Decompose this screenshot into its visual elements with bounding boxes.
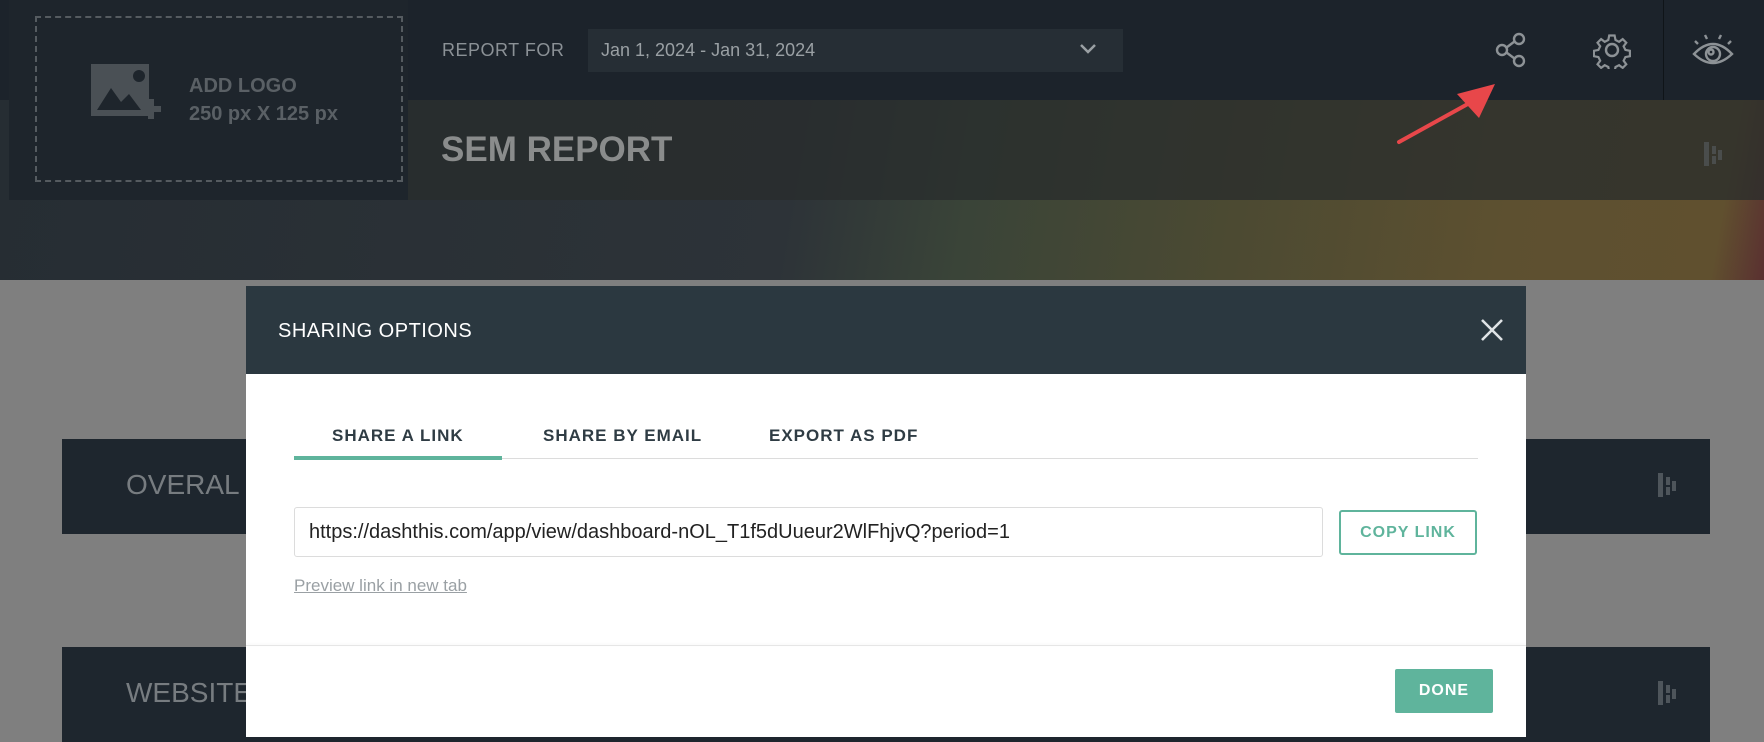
preview-link[interactable]: Preview link in new tab <box>294 576 467 596</box>
modal-footer-divider <box>246 645 1526 646</box>
add-logo-label: ADD LOGO <box>189 75 297 97</box>
report-title[interactable]: SEM REPORT <box>441 130 672 170</box>
section-title: WEBSITE <box>126 677 253 708</box>
drag-handle-icon[interactable] <box>1658 473 1678 497</box>
eye-icon[interactable] <box>1692 32 1734 68</box>
section-title: OVERAL <box>126 469 240 500</box>
done-button[interactable]: DONE <box>1395 669 1493 713</box>
gear-icon[interactable] <box>1593 31 1631 69</box>
share-icon[interactable] <box>1495 32 1529 68</box>
tab-export-as-pdf[interactable]: EXPORT AS PDF <box>769 426 918 446</box>
add-image-icon <box>91 64 161 119</box>
modal-title: SHARING OPTIONS <box>278 320 473 342</box>
share-link-input[interactable]: https://dashthis.com/app/view/dashboard-… <box>294 507 1323 557</box>
report-for-label: REPORT FOR <box>442 40 565 60</box>
tab-share-a-link[interactable]: SHARE A LINK <box>294 426 502 460</box>
copy-link-button[interactable]: COPY LINK <box>1339 510 1477 555</box>
sharing-tabs: SHARE A LINK SHARE BY EMAIL EXPORT AS PD… <box>294 426 1478 460</box>
drag-handle-icon[interactable] <box>1658 681 1678 705</box>
header-divider <box>1663 0 1664 100</box>
date-range-dropdown[interactable]: Jan 1, 2024 - Jan 31, 2024 <box>588 29 1123 72</box>
sharing-options-modal: SHARING OPTIONS SHARE A LINK SHARE BY EM… <box>246 286 1526 737</box>
add-logo-area[interactable]: ADD LOGO 250 px X 125 px <box>9 0 408 200</box>
tab-share-by-email[interactable]: SHARE BY EMAIL <box>543 426 702 446</box>
drag-handle-icon[interactable] <box>1704 142 1724 166</box>
logo-size-label: 250 px X 125 px <box>189 103 338 125</box>
date-range-value: Jan 1, 2024 - Jan 31, 2024 <box>601 40 816 60</box>
close-icon[interactable] <box>1478 316 1506 344</box>
annotation-arrow-icon <box>1397 84 1495 144</box>
chevron-down-icon <box>1080 44 1096 54</box>
modal-header: SHARING OPTIONS <box>246 286 1526 374</box>
